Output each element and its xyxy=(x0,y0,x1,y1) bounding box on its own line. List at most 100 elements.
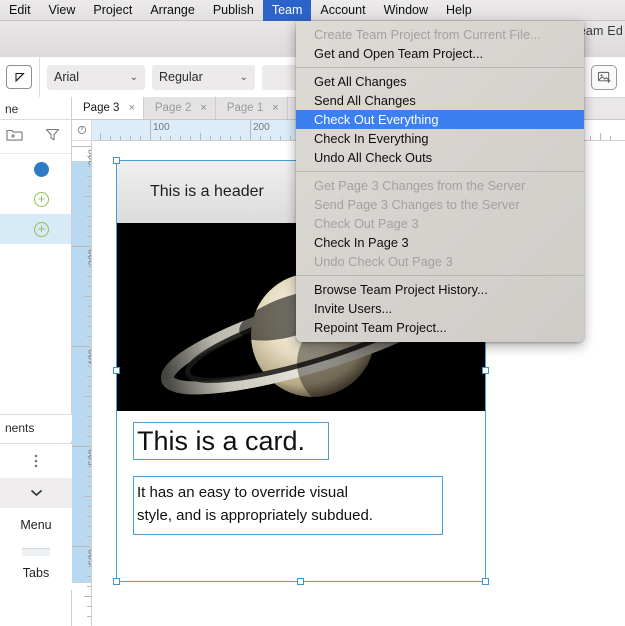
menu-item-get-and-open-team-project[interactable]: Get and Open Team Project... xyxy=(296,44,584,63)
resize-handle-bottom-right[interactable] xyxy=(482,578,489,585)
menubar-item-account[interactable]: Account xyxy=(311,0,374,21)
card-header-text: This is a header xyxy=(150,183,264,200)
layer-row[interactable]: + xyxy=(0,184,71,214)
layer-row[interactable] xyxy=(0,154,71,184)
resize-handle-bottom-center[interactable] xyxy=(297,578,304,585)
close-icon[interactable]: × xyxy=(128,102,134,114)
font-style-select[interactable]: Regular ⌄ xyxy=(152,64,255,90)
menu-item-undo-all-check-outs[interactable]: Undo All Check Outs xyxy=(296,148,584,167)
ruler-origin-icon[interactable] xyxy=(72,120,92,141)
menubar-item-project[interactable]: Project xyxy=(84,0,141,21)
page-tab-page-2[interactable]: Page 2 × xyxy=(143,97,216,119)
menubar-item-help[interactable]: Help xyxy=(437,0,481,21)
page-tab-page-3[interactable]: Page 3 × xyxy=(72,97,144,119)
blue-dot-icon[interactable] xyxy=(34,161,49,177)
toolbar-divider xyxy=(39,56,40,98)
ruler-tick xyxy=(87,506,91,507)
menu-item-check-in-everything[interactable]: Check In Everything xyxy=(296,129,584,148)
ruler-tick xyxy=(87,266,91,267)
chevron-down-icon: ⌄ xyxy=(129,71,138,83)
page-tab-label: Page 1 xyxy=(226,102,264,114)
menu-item-check-out-everything[interactable]: Check Out Everything xyxy=(296,110,584,129)
menu-item-browse-team-project-history[interactable]: Browse Team Project History... xyxy=(296,280,584,299)
vertical-ruler[interactable]: 200 300 400 500 600 xyxy=(72,141,92,626)
layer-row[interactable]: + xyxy=(0,214,71,244)
card-paragraph-textbox[interactable]: It has an easy to override visual style,… xyxy=(133,476,443,535)
menubar-item-window[interactable]: Window xyxy=(375,0,437,21)
close-icon[interactable]: × xyxy=(200,102,206,114)
resize-handle-top-left[interactable] xyxy=(113,157,120,164)
ruler-tick xyxy=(87,586,91,587)
ruler-tick xyxy=(87,306,91,307)
card-title-text: This is a card. xyxy=(137,425,306,456)
ruler-tick xyxy=(87,416,91,417)
menubar-item-publish[interactable]: Publish xyxy=(204,0,263,21)
menubar-item-team[interactable]: Team xyxy=(262,0,312,21)
ruler-tick xyxy=(220,136,221,140)
insert-image-icon[interactable] xyxy=(591,65,617,90)
ruler-tick xyxy=(200,133,201,140)
ruler-tick xyxy=(84,596,91,597)
more-vertical-icon[interactable] xyxy=(0,444,72,478)
ruler-tick xyxy=(87,276,91,277)
menu-item-get-all-changes[interactable]: Get All Changes xyxy=(296,72,584,91)
tabs-component-label[interactable]: Tabs xyxy=(0,556,72,590)
menu-item-check-in-page-3[interactable]: Check In Page 3 xyxy=(296,233,584,252)
ruler-tick xyxy=(130,136,131,140)
resize-handle-bottom-left[interactable] xyxy=(113,578,120,585)
ruler-tick xyxy=(87,406,91,407)
resize-handle-middle-right[interactable] xyxy=(482,367,489,374)
tabs-component-thumbnail xyxy=(22,548,50,556)
ruler-tick xyxy=(84,196,91,197)
components-label: nents xyxy=(5,421,35,435)
pointer-tool-icon[interactable] xyxy=(6,65,32,89)
menubar-item-edit[interactable]: Edit xyxy=(0,0,40,21)
team-menu-dropdown[interactable]: Create Team Project from Current File...… xyxy=(296,21,584,342)
ruler-tick xyxy=(260,136,261,140)
card-body: This is a card. It has an easy to overri… xyxy=(117,411,485,581)
window-title-fragment: eam Ed xyxy=(578,24,623,38)
menu-item-send-page-3-changes-to-the-server: Send Page 3 Changes to the Server xyxy=(314,197,520,212)
ruler-tick xyxy=(87,616,91,617)
page-tab-page-1[interactable]: Page 1 × xyxy=(215,97,288,119)
card-title-textbox[interactable]: This is a card. xyxy=(133,422,329,460)
ruler-tick xyxy=(87,336,91,337)
menu-item-undo-check-out-page-3: Undo Check Out Page 3 xyxy=(314,254,453,269)
menubar-item-view[interactable]: View xyxy=(40,0,85,21)
ruler-tick xyxy=(150,120,151,140)
plus-circle-icon[interactable]: + xyxy=(34,191,49,207)
ruler-tick xyxy=(87,366,91,367)
ruler-tick xyxy=(87,316,91,317)
font-family-select[interactable]: Arial ⌄ xyxy=(47,64,145,90)
ruler-tick xyxy=(280,136,281,140)
app-window: eam Ed Edit View Project Arrange Publish Team… xyxy=(0,0,625,626)
ruler-tick xyxy=(87,176,91,177)
layers-toolbar xyxy=(0,120,71,154)
ruler-tick xyxy=(87,566,91,567)
ruler-tick xyxy=(87,426,91,427)
ruler-tick xyxy=(610,136,611,140)
components-body: Menu Tabs xyxy=(0,443,72,590)
menu-item-repoint-team-project[interactable]: Repoint Team Project... xyxy=(296,318,584,337)
ruler-tick xyxy=(140,136,141,140)
filter-icon[interactable] xyxy=(45,127,60,147)
menu-component-label[interactable]: Menu xyxy=(0,508,72,542)
layers-list[interactable]: + + xyxy=(0,154,71,244)
plus-circle-icon[interactable]: + xyxy=(34,221,49,237)
menu-item-send-all-changes[interactable]: Send All Changes xyxy=(296,91,584,110)
ruler-tick xyxy=(87,516,91,517)
ruler-tick xyxy=(170,136,171,140)
chevron-down-icon[interactable] xyxy=(0,478,72,508)
resize-handle-middle-left[interactable] xyxy=(113,367,120,374)
close-icon[interactable]: × xyxy=(272,102,278,114)
ruler-tick xyxy=(87,486,91,487)
card-paragraph-line-1: It has an easy to override visual xyxy=(137,484,348,501)
menu-bar[interactable]: Edit View Project Arrange Publish Team Account… xyxy=(0,0,625,21)
menubar-item-arrange[interactable]: Arrange xyxy=(141,0,203,21)
ruler-tick xyxy=(87,436,91,437)
menu-item-invite-users[interactable]: Invite Users... xyxy=(296,299,584,318)
new-folder-icon[interactable] xyxy=(6,127,23,147)
ruler-tick xyxy=(72,146,91,147)
ruler-tick xyxy=(87,166,91,167)
ruler-tick xyxy=(230,136,231,140)
